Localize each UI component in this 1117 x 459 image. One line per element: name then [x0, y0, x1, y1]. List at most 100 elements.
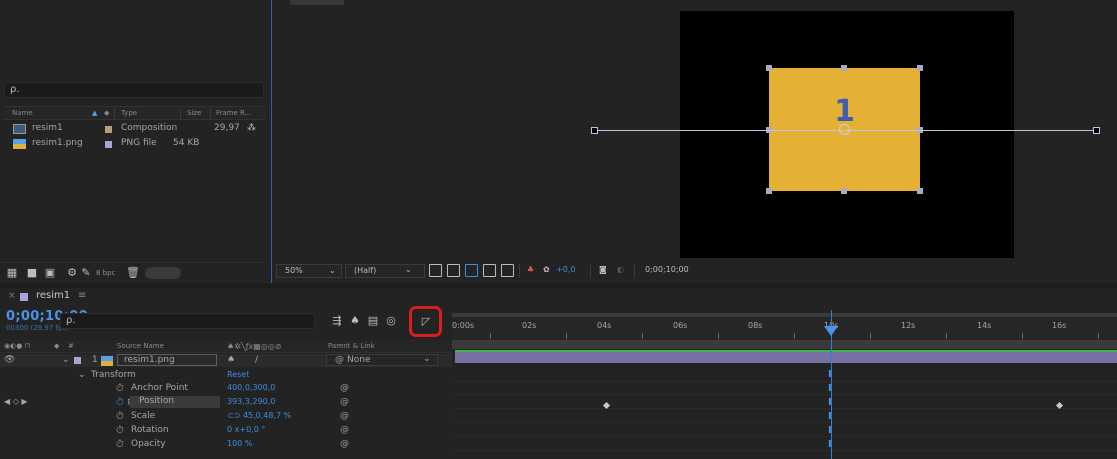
motion-path-keyframe[interactable] [1093, 127, 1100, 134]
layer-duration-bar[interactable] [455, 350, 1117, 363]
work-area-bar[interactable] [452, 340, 1117, 349]
shy-layers-icon[interactable]: ♠ [348, 314, 362, 328]
layer-row[interactable]: 👁 ⌄ 1 resim1.png ♠ / @ None ⌄ [0, 354, 452, 367]
region-of-interest-icon[interactable] [483, 264, 496, 277]
transform-group[interactable]: ⌄ Transform Reset [0, 369, 452, 382]
property-position[interactable]: ◀ ◇ ▶ ⏱ ⊵ Position 393,3,290,0 @ [0, 396, 452, 409]
project-settings-icon[interactable]: ⚙ [66, 267, 78, 278]
project-item-resim1[interactable]: resim1 Composition 29,97 ⁂ [4, 122, 266, 136]
label-column-icon[interactable]: ◆ [104, 109, 109, 117]
interpret-footage-icon[interactable]: ▦ [6, 267, 18, 278]
project-search-input[interactable]: ρ. [4, 82, 264, 98]
expression-pick-whip-icon[interactable]: @ [340, 425, 349, 435]
current-time-indicator-head[interactable] [824, 326, 838, 336]
property-opacity[interactable]: ⏱ Opacity 100 % @ [0, 438, 452, 451]
anchor-point[interactable] [839, 124, 850, 135]
column-size[interactable]: Size [187, 109, 201, 117]
zoom-dropdown[interactable]: 50% ⌄ [276, 264, 342, 278]
column-source-name[interactable]: Source Name [117, 342, 164, 350]
timeline-tab-label[interactable]: resim1 [36, 290, 70, 301]
column-name[interactable]: Name [12, 109, 33, 117]
time-ruler[interactable]: 0:00s 02s 04s 06s 08s 10s 12s 14s 16s [452, 318, 1117, 340]
stopwatch-icon[interactable]: ⏱ [116, 439, 124, 450]
project-item-resim1-png[interactable]: resim1.png PNG file 54 KB [4, 137, 266, 151]
viewer-tab[interactable] [290, 0, 344, 5]
stopwatch-icon[interactable]: ⏱ [116, 425, 124, 436]
resolution-dropdown[interactable]: (Half) [345, 264, 425, 278]
transform-handle[interactable] [917, 188, 923, 194]
column-type[interactable]: Type [121, 109, 137, 117]
property-value[interactable]: 393,3,290,0 [227, 397, 275, 406]
av-features-icons[interactable]: ◉◐● ⊓ [4, 342, 30, 350]
flowchart-icon[interactable]: ⁂ [247, 123, 256, 133]
transform-handle[interactable] [841, 188, 847, 194]
transform-handle[interactable] [841, 65, 847, 71]
tab-menu-icon[interactable]: ≡ [78, 290, 86, 301]
transparency-grid-icon[interactable] [447, 264, 460, 277]
expression-pick-whip-icon[interactable]: @ [340, 397, 349, 407]
column-frame-rate[interactable]: Frame R... [216, 109, 251, 117]
transform-handle[interactable] [766, 188, 772, 194]
channel-icon[interactable]: ♣ [527, 265, 534, 274]
transform-handle[interactable] [766, 65, 772, 71]
chevron-down-icon[interactable]: ⌄ [405, 265, 412, 274]
expression-pick-whip-icon[interactable]: @ [340, 383, 349, 393]
transform-handle[interactable] [917, 65, 923, 71]
navigator-bar[interactable] [452, 313, 1117, 317]
label-color-swatch[interactable] [105, 126, 112, 133]
motion-blur-icon[interactable]: ◎ [384, 314, 398, 328]
snapshot-icon[interactable]: ◙ [599, 265, 607, 274]
fast-previews-icon[interactable] [429, 264, 442, 277]
mask-visibility-icon[interactable] [465, 264, 478, 277]
new-composition-icon[interactable]: ▣ [44, 267, 56, 278]
expression-pick-whip-icon[interactable]: @ [340, 439, 349, 449]
layer-label-swatch[interactable] [74, 357, 81, 364]
property-scale[interactable]: ⏱ Scale ⊂⊃ 45,0,48,7 % @ [0, 410, 452, 423]
stopwatch-active-icon[interactable]: ⏱ [116, 397, 124, 408]
expression-pick-whip-icon[interactable]: @ [340, 411, 349, 421]
bit-depth-button[interactable]: 8 bpc [96, 269, 115, 277]
show-snapshot-icon[interactable]: ◐ [617, 265, 624, 274]
project-scrollbar[interactable] [145, 267, 181, 279]
motion-path-keyframe[interactable] [591, 127, 598, 134]
keyframe-navigator[interactable]: ◀ ◇ ▶ [4, 397, 28, 406]
property-value[interactable]: 400,0,300,0 [227, 383, 275, 392]
stopwatch-icon[interactable]: ⏱ [116, 411, 124, 422]
trash-icon[interactable]: 🗑 [126, 267, 140, 278]
timeline-search-input[interactable]: ρ. [60, 313, 315, 329]
label-column-icon[interactable]: ◆ [54, 342, 59, 350]
viewer-timecode[interactable]: 0;00;10;00 [645, 265, 689, 274]
eye-icon[interactable]: 👁 [4, 355, 15, 365]
reset-link[interactable]: Reset [227, 370, 249, 379]
switches-icons[interactable]: ♠✲╲ƒx▦◎◎⊘ [227, 342, 281, 351]
reset-exposure-icon[interactable]: ✿ [543, 265, 550, 274]
column-number[interactable]: # [68, 342, 74, 350]
sort-asc-icon[interactable]: ▲ [92, 109, 97, 117]
label-color-swatch[interactable] [105, 141, 112, 148]
property-value[interactable]: 100 % [227, 439, 252, 448]
quality-switch-icon[interactable]: / [255, 355, 258, 365]
grid-guides-icon[interactable] [501, 264, 514, 277]
time-graph[interactable]: 0:00s 02s 04s 06s 08s 10s 12s 14s 16s I … [452, 306, 1117, 459]
chevron-down-icon[interactable]: ⌄ [78, 370, 86, 380]
property-value[interactable]: ⊂⊃ 45,0,48,7 % [227, 411, 291, 420]
property-value[interactable]: 0 x+0,0 ° [227, 425, 265, 434]
parent-dropdown[interactable]: @ None ⌄ [326, 354, 438, 366]
new-folder-icon[interactable]: ■ [26, 267, 38, 278]
property-anchor-point[interactable]: ⏱ Anchor Point 400,0,300,0 @ [0, 382, 452, 395]
frame-blending-icon[interactable]: ▤ [366, 314, 380, 328]
exposure-value[interactable]: +0,0 [556, 265, 575, 274]
shy-switch-icon[interactable]: ♠ [227, 355, 235, 365]
column-parent-link[interactable]: Parent & Link [328, 342, 375, 350]
position-name-field[interactable]: Position [130, 396, 220, 408]
chevron-down-icon[interactable]: ⌄ [62, 355, 70, 365]
layer-name-field[interactable]: resim1.png [117, 354, 217, 366]
pick-whip-icon[interactable]: @ [335, 355, 344, 365]
column-divider[interactable] [210, 108, 211, 119]
stopwatch-icon[interactable]: ⏱ [116, 383, 124, 394]
pen-icon[interactable]: ✎ [80, 267, 92, 278]
column-divider[interactable] [180, 108, 181, 119]
composition-mini-flowchart-icon[interactable]: ⇶ [330, 314, 344, 328]
property-rotation[interactable]: ⏱ Rotation 0 x+0,0 ° @ [0, 424, 452, 437]
column-divider[interactable] [114, 108, 115, 119]
